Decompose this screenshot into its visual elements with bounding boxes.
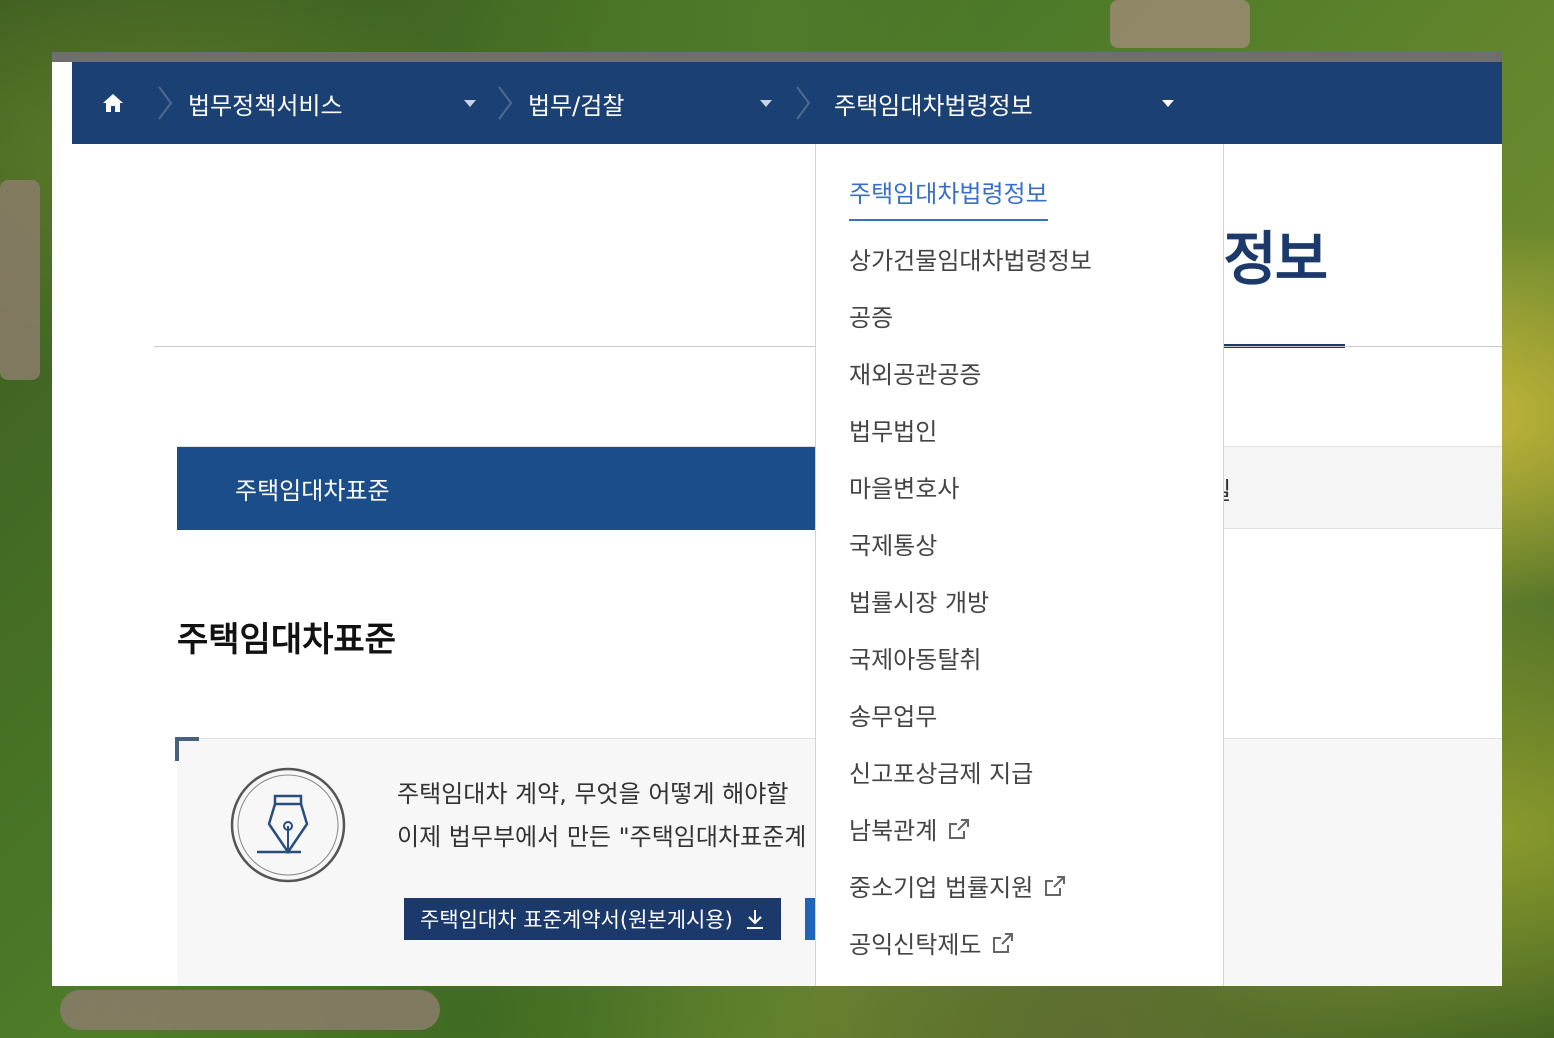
breadcrumb-dropdown-menu: 주택임대차법령정보 상가건물임대차법령정보 공증 재외공관공증 법무법인 마을변… [815,144,1224,986]
fountain-pen-icon [230,767,346,883]
menu-item-label: 재외공관공증 [849,361,982,389]
info-line-1: 주택임대차 계약, 무엇을 어떻게 해야할 [397,780,789,808]
background-path [60,990,440,1030]
menu-item-village-lawyer[interactable]: 마을변호사 [849,469,959,504]
menu-item-legal-market-opening[interactable]: 법률시장 개방 [849,583,989,618]
breadcrumb-item-housing-lease[interactable]: 주택임대차법령정보 [814,62,1194,144]
menu-item-label: 남북관계 [849,817,938,845]
menu-item-sme-legal-support[interactable]: 중소기업 법률지원 [849,868,1067,903]
menu-item-label: 신고포상금제 지급 [849,760,1034,788]
menu-item-label: 국제아동탈취 [849,646,982,674]
tab-housing-lease-standard[interactable]: 주택임대차표준 [177,447,817,530]
menu-item-label: 송무업무 [849,703,938,731]
breadcrumb: 법무정책서비스 법무/검찰 주택임대차법령정보 [72,62,1502,144]
menu-item-label: 주택임대차법령정보 [849,180,1048,208]
menu-item-label: 법률시장 개방 [849,589,990,617]
menu-item-label: 공익신탁제도 [849,931,982,959]
external-link-icon [1045,875,1066,896]
tab-label: 주택임대차표준 [235,477,390,505]
caret-down-icon [760,99,772,107]
download-button-label: 주택임대차 표준계약서(원본게시용) [420,908,733,932]
caret-down-icon [1162,99,1174,107]
download-icon [746,910,763,929]
download-standard-contract-button[interactable]: 주택임대차 표준계약서(원본게시용) [404,898,781,940]
home-icon [103,94,123,112]
background-path [1110,0,1250,48]
background-path [0,180,40,380]
breadcrumb-separator-icon [154,62,176,144]
breadcrumb-separator-icon [792,62,814,144]
breadcrumb-item-justice[interactable]: 법무/검찰 [516,62,792,144]
menu-item-law-firm[interactable]: 법무법인 [849,412,937,447]
home-button[interactable] [72,62,154,144]
menu-item-notarization[interactable]: 공증 [849,298,893,333]
menu-item-child-abduction[interactable]: 국제아동탈취 [849,640,981,675]
box-corner-decoration [175,737,199,761]
menu-item-label: 공증 [849,304,894,332]
section-heading: 주택임대차표준 [177,620,396,660]
external-link-icon [949,818,970,839]
menu-item-label: 중소기업 법률지원 [849,874,1034,902]
menu-item-commercial-lease[interactable]: 상가건물임대차법령정보 [849,241,1092,276]
menu-item-label: 국제통상 [849,532,938,560]
menu-item-public-trust[interactable]: 공익신탁제도 [849,925,1015,960]
menu-item-housing-lease[interactable]: 주택임대차법령정보 [849,174,1048,221]
menu-item-litigation[interactable]: 송무업무 [849,697,937,732]
menu-item-international-trade[interactable]: 국제통상 [849,526,937,561]
menu-item-label: 상가건물임대차법령정보 [849,247,1092,275]
menu-item-label: 마을변호사 [849,475,960,503]
menu-item-label: 법무법인 [849,418,938,446]
breadcrumb-label: 주택임대차법령정보 [834,91,1033,120]
breadcrumb-item-policy-service[interactable]: 법무정책서비스 [176,62,494,144]
menu-item-overseas-notarization[interactable]: 재외공관공증 [849,355,981,390]
menu-item-inter-korean[interactable]: 남북관계 [849,811,971,846]
info-description: 주택임대차 계약, 무엇을 어떻게 해야할 이제 법무부에서 만든 "주택임대차… [397,773,806,859]
browser-window: 법무정책서비스 법무/검찰 주택임대차법령정보 령정보 주택임대차표준 료실 주… [52,52,1502,986]
menu-item-reward-payment[interactable]: 신고포상금제 지급 [849,754,1033,789]
breadcrumb-label: 법무/검찰 [528,91,625,120]
info-line-2: 이제 법무부에서 만든 "주택임대차표준계 [397,823,807,851]
caret-down-icon [464,99,476,107]
breadcrumb-label: 법무정책서비스 [188,91,343,120]
window-top-strip [52,52,1502,62]
breadcrumb-separator-icon [494,62,516,144]
external-link-icon [993,932,1014,953]
